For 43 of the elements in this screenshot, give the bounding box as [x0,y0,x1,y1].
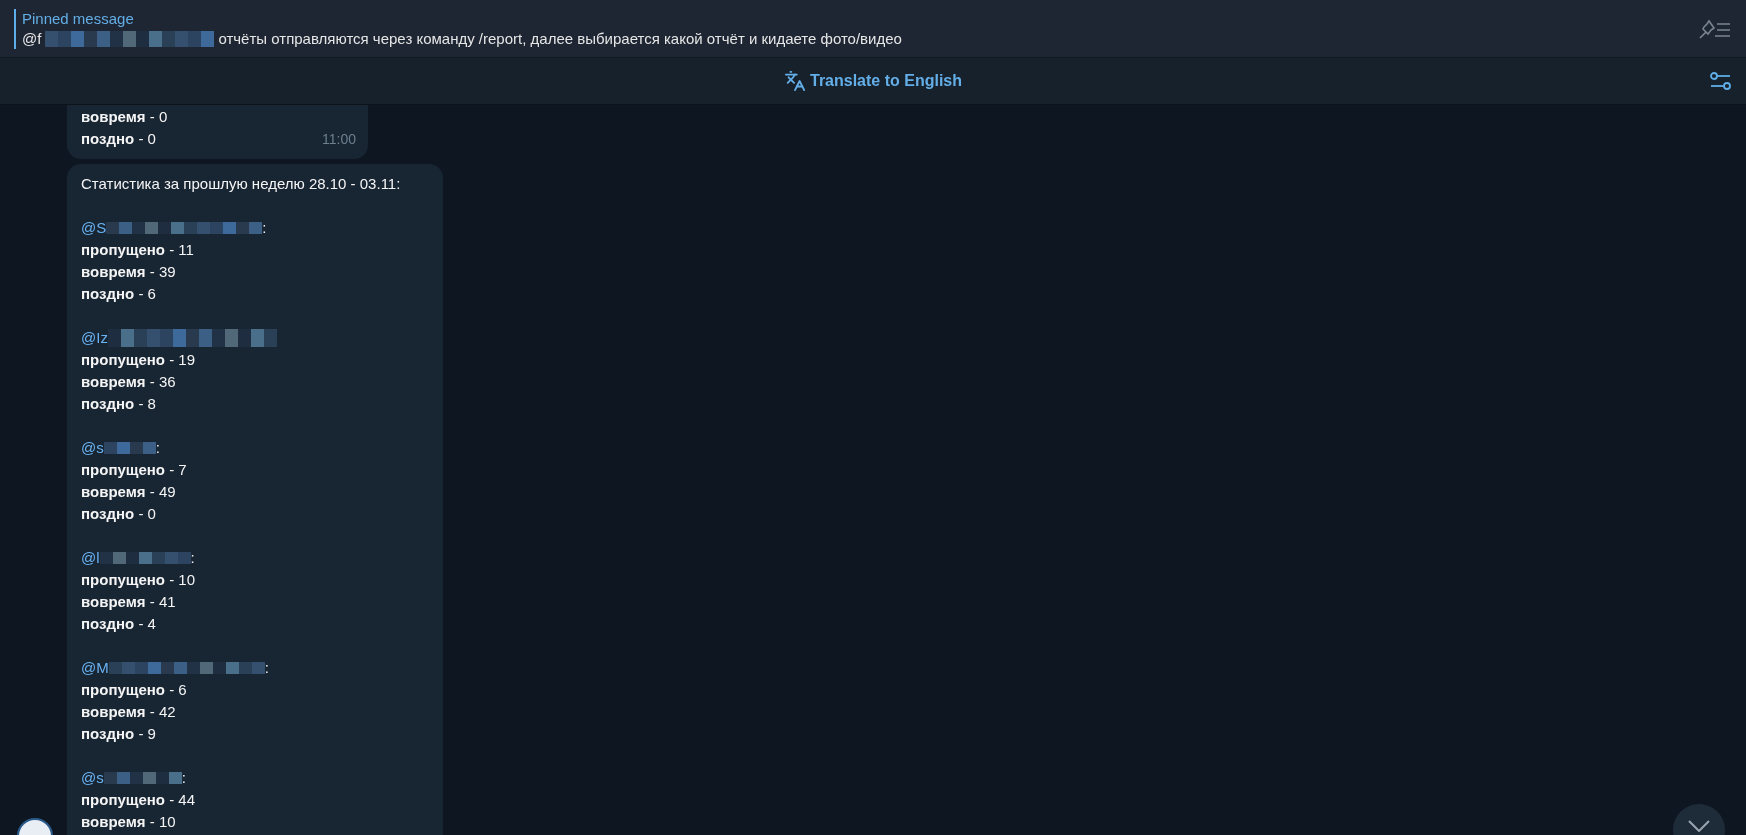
stat-line: поздно - 6 [81,284,156,304]
colon: : [181,767,186,788]
settings-sliders-icon[interactable] [1710,71,1732,91]
stat-line: поздно - 8 [81,394,156,414]
stat-line: вовремя - 36 [81,372,176,392]
stat-line: вовремя - 0 [81,107,168,127]
colon: : [155,437,160,458]
stat-line: поздно - 4 [81,614,156,634]
stat-line: пропущено - 44 [81,790,196,810]
chevron-down-icon [1688,820,1710,832]
pinned-mention: @f [22,28,42,49]
user-mention[interactable]: @S [81,216,107,240]
pinned-text: отчёты отправляются через команду /report, далее выбирается какой отчёт и кидаете фото/видео [218,28,902,49]
translate-button[interactable]: Translate to English [784,69,962,93]
user-mention[interactable]: @Iz [81,326,108,350]
user-mention[interactable]: @l [81,546,100,570]
stat-line: поздно - 9 [81,724,156,744]
stat-line: пропущено - 10 [81,570,196,590]
stat-line: вовремя - 10 [81,812,176,832]
stat-line: пропущено - 11 [81,240,194,260]
pinned-title: Pinned message [22,8,134,29]
colon: : [190,547,195,568]
stat-line: поздно - 0 [81,504,156,524]
colon: : [264,657,269,678]
pixelated-redaction [103,442,156,454]
colon: : [262,217,267,238]
message-time: 11:00 [322,130,356,149]
user-mention[interactable]: @M [81,656,109,680]
translate-icon [784,70,806,92]
pinned-accent-line [14,8,16,49]
pinned-message-bar[interactable]: Pinned message @f отчёты отправляются через команду /report, далее выбирается какой отчёт и кидаете фото/видео [0,0,1746,58]
stat-line: вовремя - 49 [81,482,176,502]
stat-line: вовремя - 39 [81,262,176,282]
pin-list-icon[interactable] [1698,18,1732,39]
user-mention[interactable]: @s [81,766,104,790]
stat-line: пропущено - 6 [81,680,187,700]
stat-line: пропущено - 7 [81,460,187,480]
user-mention[interactable]: @s [81,436,104,460]
stat-line: поздно - 0 [81,129,156,149]
stat-line: пропущено - 19 [81,350,196,370]
stat-line: вовремя - 41 [81,592,176,612]
message-heading: Статистика за прошлую неделю 28.10 - 03.11: [81,174,401,194]
stat-line: вовремя - 42 [81,702,176,722]
